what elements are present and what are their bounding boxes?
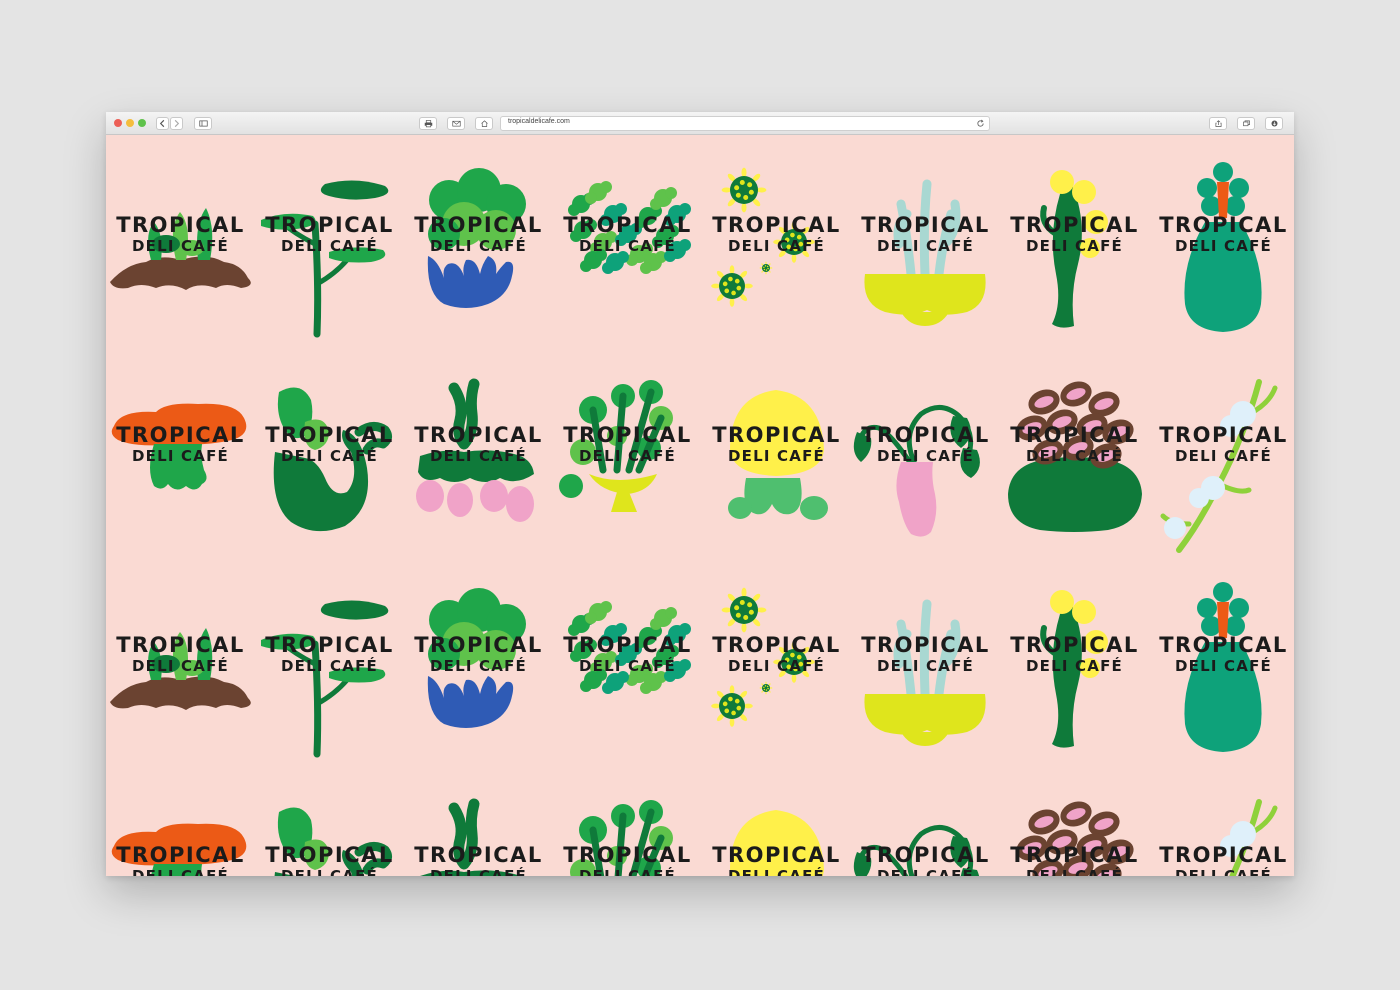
sun-flowers-illustration bbox=[711, 587, 815, 727]
illustration-tile-bush-blue-hand: TROPICAL DELI CAFÉ bbox=[404, 578, 553, 788]
back-icon[interactable] bbox=[156, 117, 169, 130]
coral-leaves-illustration bbox=[568, 181, 691, 274]
cactus-yellow-pot-illustration bbox=[864, 599, 986, 746]
orange-mushroom-illustration bbox=[111, 403, 247, 490]
green-vase-yellow-illustration bbox=[1040, 590, 1108, 748]
minimize-window-button[interactable] bbox=[126, 119, 134, 127]
yellow-bloom-illustration bbox=[730, 810, 824, 876]
green-vase-yellow-illustration bbox=[1040, 170, 1108, 328]
illustration-tile-yellow-bloom: TROPICAL DELI CAFÉ bbox=[702, 368, 851, 578]
coral-leaves-illustration bbox=[568, 601, 691, 694]
sprouts-soil-illustration bbox=[110, 628, 251, 710]
illustration-tile-sun-flowers: TROPICAL DELI CAFÉ bbox=[702, 578, 851, 788]
blossom-branch-illustration bbox=[1160, 379, 1278, 553]
teal-vase-flower-illustration bbox=[1184, 162, 1262, 332]
illustration-tile-radish-roots: TROPICAL DELI CAFÉ bbox=[404, 788, 553, 876]
sidebar-icon[interactable] bbox=[194, 117, 212, 130]
share-icon[interactable] bbox=[1209, 117, 1227, 130]
download-icon[interactable] bbox=[1265, 117, 1283, 130]
illustration-tile-orange-mushroom: TROPICAL DELI CAFÉ bbox=[106, 368, 255, 578]
browser-toolbar: tropicaldelicafe.com bbox=[106, 112, 1294, 135]
address-bar[interactable]: tropicaldelicafe.com bbox=[500, 116, 990, 131]
bonsai-tree-illustration bbox=[261, 600, 389, 758]
illustration-tile-blossom-branch: TROPICAL DELI CAFÉ bbox=[1149, 368, 1294, 578]
illustration-tile-yellow-bloom: TROPICAL DELI CAFÉ bbox=[702, 788, 851, 876]
illustration-tile-broccoli-bowl: TROPICAL DELI CAFÉ bbox=[553, 368, 702, 578]
illustration-tile-coral-leaves: TROPICAL DELI CAFÉ bbox=[553, 578, 702, 788]
illustration-tile-green-vase-yellow: TROPICAL DELI CAFÉ bbox=[1000, 158, 1149, 368]
sprouts-soil-illustration bbox=[110, 208, 251, 290]
illustration-tile-coral-leaves: TROPICAL DELI CAFÉ bbox=[553, 158, 702, 368]
illustration-tile-teal-vase-flower: TROPICAL DELI CAFÉ bbox=[1149, 578, 1294, 788]
illustration-tile-teal-bowl-plant: TROPICAL DELI CAFÉ bbox=[255, 788, 404, 876]
illustration-tile-bonsai-tree: TROPICAL DELI CAFÉ bbox=[255, 578, 404, 788]
yellow-bloom-illustration bbox=[728, 390, 828, 520]
illustration-tile-cactus-yellow-pot: TROPICAL DELI CAFÉ bbox=[851, 578, 1000, 788]
illustration-tile-sprouts-soil: TROPICAL DELI CAFÉ bbox=[106, 578, 255, 788]
bush-blue-hand-illustration bbox=[427, 168, 526, 308]
radish-roots-illustration bbox=[416, 378, 534, 522]
page-content: TROPICAL DELI CAFÉ TROPICAL DELI CAFÉ TROPIC… bbox=[106, 136, 1294, 876]
broccoli-bowl-illustration bbox=[559, 380, 673, 512]
blossom-branch-illustration bbox=[1220, 799, 1278, 876]
print-icon[interactable] bbox=[419, 117, 437, 130]
forward-icon[interactable] bbox=[170, 117, 183, 130]
coffee-beans-mound-illustration bbox=[1008, 381, 1142, 532]
home-icon[interactable] bbox=[475, 117, 493, 130]
bonsai-tree-illustration bbox=[261, 180, 389, 338]
broccoli-bowl-illustration bbox=[570, 800, 673, 876]
teal-vase-flower-illustration bbox=[1184, 582, 1262, 752]
url-text: tropicaldelicafe.com bbox=[508, 118, 570, 125]
zoom-window-button[interactable] bbox=[138, 119, 146, 127]
radish-roots-illustration bbox=[420, 798, 521, 876]
illustration-tile-blossom-branch: TROPICAL DELI CAFÉ bbox=[1149, 788, 1294, 876]
pink-vase-droop-illustration bbox=[853, 405, 980, 537]
browser-window: tropicaldelicafe.com TROPICAL DELI CAFÉ TR… bbox=[106, 112, 1294, 876]
illustration-tile-sprouts-soil: TROPICAL DELI CAFÉ bbox=[106, 158, 255, 368]
tabs-icon[interactable] bbox=[1237, 117, 1255, 130]
illustration-tile-radish-roots: TROPICAL DELI CAFÉ bbox=[404, 368, 553, 578]
coffee-beans-mound-illustration bbox=[1016, 801, 1134, 876]
illustration-tile-teal-bowl-plant: TROPICAL DELI CAFÉ bbox=[255, 368, 404, 578]
sun-flowers-illustration bbox=[711, 167, 815, 307]
illustration-tile-cactus-yellow-pot: TROPICAL DELI CAFÉ bbox=[851, 158, 1000, 368]
teal-bowl-plant-illustration bbox=[273, 387, 393, 532]
illustration-tile-coffee-beans-mound: TROPICAL DELI CAFÉ bbox=[1000, 368, 1149, 578]
teal-bowl-plant-illustration bbox=[274, 807, 393, 876]
illustration-tile-orange-mushroom: TROPICAL DELI CAFÉ bbox=[106, 788, 255, 876]
illustration-tile-broccoli-bowl: TROPICAL DELI CAFÉ bbox=[553, 788, 702, 876]
illustration-tile-pink-vase-droop: TROPICAL DELI CAFÉ bbox=[851, 788, 1000, 876]
illustration-tile-pink-vase-droop: TROPICAL DELI CAFÉ bbox=[851, 368, 1000, 578]
pink-vase-droop-illustration bbox=[853, 825, 980, 876]
cactus-yellow-pot-illustration bbox=[864, 179, 986, 326]
close-window-button[interactable] bbox=[114, 119, 122, 127]
illustration-tile-bonsai-tree: TROPICAL DELI CAFÉ bbox=[255, 158, 404, 368]
illustration-tile-sun-flowers: TROPICAL DELI CAFÉ bbox=[702, 158, 851, 368]
orange-mushroom-illustration bbox=[111, 823, 247, 876]
illustration-tile-green-vase-yellow: TROPICAL DELI CAFÉ bbox=[1000, 578, 1149, 788]
reload-icon[interactable] bbox=[976, 119, 985, 128]
illustration-tile-bush-blue-hand: TROPICAL DELI CAFÉ bbox=[404, 158, 553, 368]
illustration-tile-teal-vase-flower: TROPICAL DELI CAFÉ bbox=[1149, 158, 1294, 368]
mail-icon[interactable] bbox=[447, 117, 465, 130]
illustration-tile-coffee-beans-mound: TROPICAL DELI CAFÉ bbox=[1000, 788, 1149, 876]
bush-blue-hand-illustration bbox=[427, 588, 526, 728]
